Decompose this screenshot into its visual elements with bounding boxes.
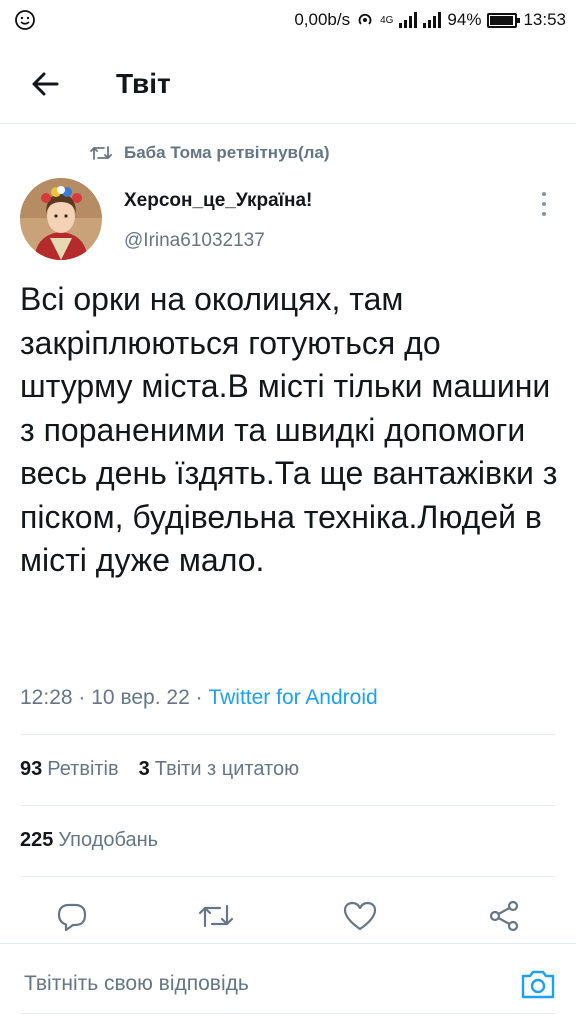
retweeted-by-row[interactable]: Баба Тома ретвітнув(ла) xyxy=(90,143,330,163)
smiley-icon xyxy=(15,10,35,30)
arrow-left-icon xyxy=(32,72,59,95)
signal-icon-2 xyxy=(423,12,442,28)
network-speed: 0,00b/s xyxy=(294,10,351,29)
tweet-text: Всі орки на околицях, там закріплюються … xyxy=(20,281,558,578)
divider xyxy=(20,734,556,735)
tweet-meta: 12:28 · 10 вер. 22 · Twitter for Android xyxy=(20,686,378,710)
battery-icon xyxy=(487,12,521,28)
reply-bar: Твітніть свою відповідь xyxy=(0,944,576,1024)
tweet-date: 10 вер. 22 xyxy=(91,686,190,709)
more-options-button[interactable] xyxy=(532,190,556,218)
likes-stat[interactable]: 225 Уподобань xyxy=(20,829,158,851)
like-button[interactable] xyxy=(340,896,380,936)
reply-button[interactable] xyxy=(52,896,92,936)
likes-count: 225 xyxy=(20,829,54,851)
divider xyxy=(20,876,556,877)
share-button[interactable] xyxy=(484,896,524,936)
avatar-image xyxy=(20,178,102,260)
status-bar: 0,00b/s 4G 94% 13:53 xyxy=(0,0,576,40)
tweet-actions xyxy=(0,888,576,942)
quotes-label: Твіти з цитатою xyxy=(154,758,300,780)
network-type: 4G xyxy=(380,14,394,26)
reply-input[interactable]: Твітніть свою відповідь xyxy=(24,972,249,996)
avatar[interactable] xyxy=(20,178,102,260)
likes-label: Уподобань xyxy=(58,829,159,851)
retweets-stat[interactable]: 93 Ретвітів xyxy=(20,758,119,781)
share-icon xyxy=(489,900,519,932)
likes-row: 225 Уподобань xyxy=(20,829,158,852)
quotes-stat[interactable]: 3 Твіти з цитатою xyxy=(139,758,299,781)
tweet-source-link[interactable]: Twitter for Android xyxy=(208,686,377,709)
divider xyxy=(20,805,556,806)
signal-icon xyxy=(399,12,418,28)
retweeted-by-label: Баба Тома ретвітнув(ла) xyxy=(124,143,330,162)
meta-separator-2: · xyxy=(195,686,203,709)
retweet-icon xyxy=(90,146,112,160)
quotes-count: 3 xyxy=(138,758,150,780)
back-button[interactable] xyxy=(20,59,70,109)
camera-button[interactable] xyxy=(516,964,560,1004)
retweet-icon xyxy=(198,904,234,928)
author-handle[interactable]: @Irina61032137 xyxy=(124,230,265,252)
camera-icon xyxy=(521,970,555,999)
clock: 13:53 xyxy=(523,10,566,29)
app-header: Твіт xyxy=(0,44,576,124)
meta-separator: · xyxy=(78,686,86,709)
like-icon xyxy=(343,901,377,931)
author-name[interactable]: Херсон_це_Україна! xyxy=(124,190,312,212)
reply-icon xyxy=(57,903,87,932)
retweets-label: Ретвітів xyxy=(47,758,119,780)
tweet-time: 12:28 xyxy=(20,686,73,709)
battery-percent: 94% xyxy=(447,10,482,29)
page-title: Твіт xyxy=(116,67,171,99)
more-vertical-icon xyxy=(542,192,546,196)
hotspot-icon xyxy=(358,13,372,25)
retweets-count: 93 xyxy=(20,758,43,780)
reply-underline xyxy=(20,1013,556,1014)
retweet-button[interactable] xyxy=(196,896,236,936)
stats-row: 93 Ретвітів 3 Твіти з цитатою xyxy=(20,758,299,781)
